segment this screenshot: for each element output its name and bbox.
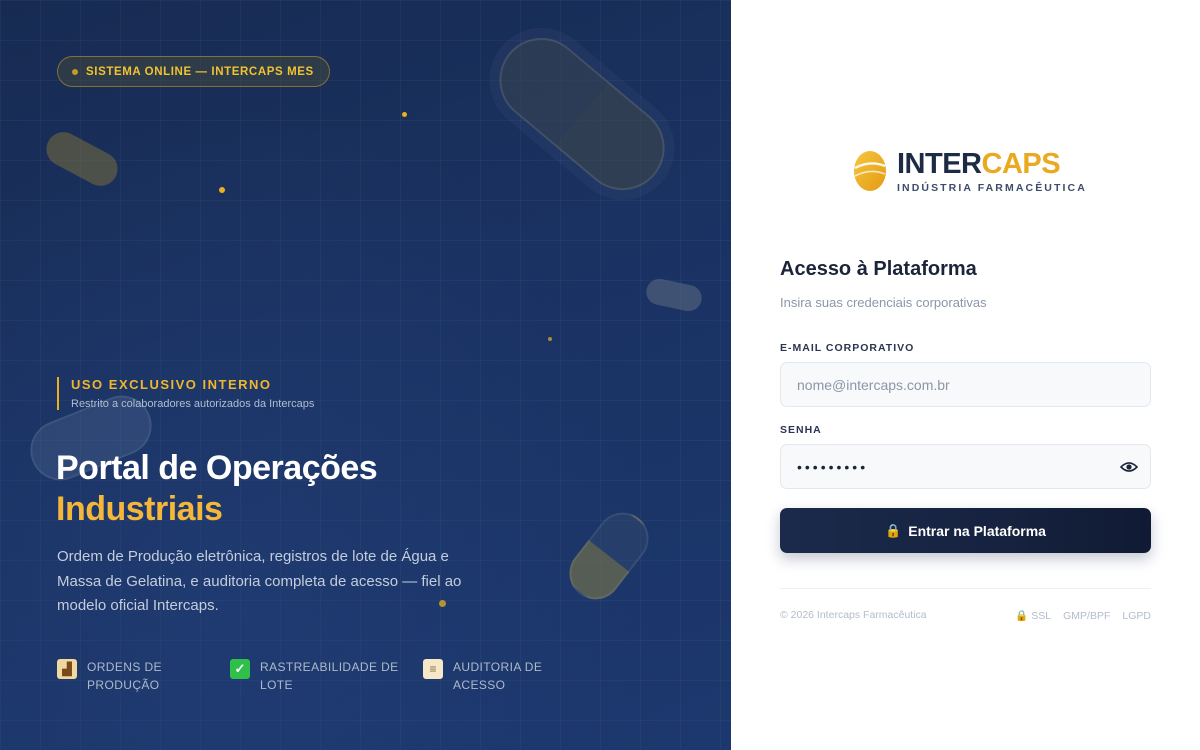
- factory-icon: ▟: [57, 659, 77, 679]
- feature-label: AUDITORIA DE ACESSO: [453, 660, 543, 692]
- lock-icon: 🔒: [885, 523, 902, 538]
- lock-icon: 🔒: [1015, 610, 1029, 622]
- feature-item: ▟ ORDENS DE PRODUÇÃO: [57, 658, 230, 694]
- footer-copyright: © 2026 Intercaps Farmacêutica: [780, 609, 927, 621]
- feature-item: ≡ AUDITORIA DE ACESSO: [423, 658, 553, 694]
- login-panel: INTERCAPS INDÚSTRIA FARMACÊUTICA Acesso …: [731, 0, 1200, 750]
- login-title: Acesso à Plataforma: [780, 258, 977, 280]
- brand-tagline: INDÚSTRIA FARMACÊUTICA: [897, 181, 1087, 194]
- capsule-logo-icon: [854, 151, 886, 191]
- status-pill-text: SISTEMA ONLINE — INTERCAPS MES: [86, 65, 314, 78]
- login-submit-label: Entrar na Plataforma: [908, 522, 1046, 539]
- footer-divider: [780, 588, 1151, 589]
- internal-use-subtitle: Restrito a colaboradores autorizados da …: [71, 398, 315, 410]
- eye-icon: [1120, 462, 1138, 472]
- login-subtitle: Insira suas credenciais corporativas: [780, 295, 987, 310]
- feature-label: ORDENS DE PRODUÇÃO: [87, 660, 162, 692]
- internal-use-title: USO EXCLUSIVO INTERNO: [71, 377, 272, 392]
- decorative-dot: [219, 187, 225, 193]
- email-input[interactable]: [780, 362, 1151, 407]
- ssl-badge: 🔒 SSL: [1015, 609, 1052, 623]
- scroll-icon: ≡: [423, 659, 443, 679]
- gmp-badge: GMP/BPF: [1063, 609, 1111, 622]
- decorative-dot: [548, 337, 552, 341]
- email-label: E-MAIL CORPORATIVO: [780, 342, 915, 354]
- check-icon: ✓: [230, 659, 250, 679]
- decorative-dot: [402, 112, 407, 117]
- system-status-pill: SISTEMA ONLINE — INTERCAPS MES: [57, 56, 330, 87]
- ssl-label: SSL: [1031, 609, 1052, 622]
- status-indicator-dot: [72, 68, 78, 75]
- footer-badges: 🔒 SSL GMP/BPF LGPD: [1015, 609, 1151, 623]
- login-submit-button[interactable]: 🔒 Entrar na Plataforma: [780, 508, 1151, 553]
- hero-description: Ordem de Produção eletrônica, registros …: [57, 548, 462, 614]
- feature-label: RASTREABILIDADE DE LOTE: [260, 660, 399, 692]
- toggle-password-visibility-button[interactable]: [1118, 456, 1140, 478]
- brand-name: INTERCAPS: [897, 149, 1087, 179]
- password-input[interactable]: [780, 444, 1151, 489]
- hero-title: Portal de Operações Industriais: [56, 448, 378, 530]
- hero-title-line2: Industriais: [56, 490, 223, 528]
- hero-title-line1: Portal de Operações: [56, 449, 378, 487]
- feature-list: ▟ ORDENS DE PRODUÇÃO ✓ RASTREABILIDADE D…: [57, 658, 553, 694]
- feature-item: ✓ RASTREABILIDADE DE LOTE: [230, 658, 423, 694]
- lgpd-badge: LGPD: [1122, 609, 1151, 622]
- brand-name-part1: INTER: [897, 147, 982, 180]
- password-label: SENHA: [780, 424, 822, 436]
- hero-panel: SISTEMA ONLINE — INTERCAPS MES USO EXCLU…: [0, 0, 731, 750]
- brand-logo: INTERCAPS INDÚSTRIA FARMACÊUTICA: [852, 148, 1087, 194]
- brand-wordmark: INTERCAPS INDÚSTRIA FARMACÊUTICA: [897, 149, 1087, 194]
- brand-name-part2: CAPS: [981, 147, 1061, 180]
- internal-use-notice: USO EXCLUSIVO INTERNO Restrito a colabor…: [57, 377, 314, 410]
